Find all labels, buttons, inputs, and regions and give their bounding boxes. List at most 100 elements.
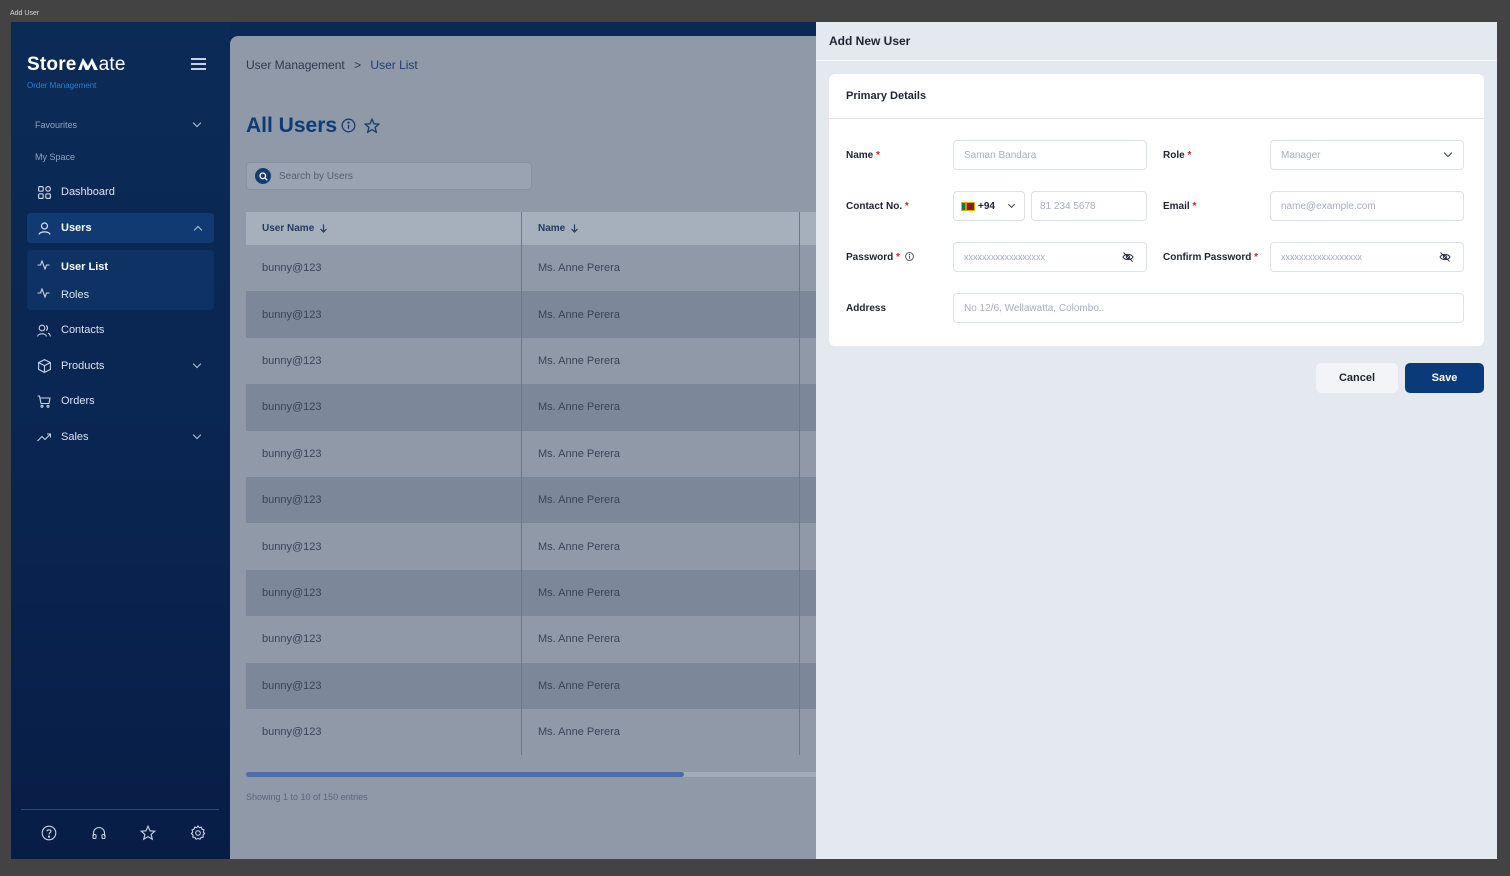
cell-username: bunny@123 bbox=[246, 476, 522, 524]
table-row[interactable]: bunny@123 Ms. Anne Perera bbox=[246, 384, 820, 431]
sidebar-item-products[interactable]: Products bbox=[27, 351, 214, 381]
table-row[interactable]: bunny@123 Ms. Anne Perera bbox=[246, 708, 820, 756]
cart-icon bbox=[37, 394, 51, 408]
email-label: Email * bbox=[1163, 201, 1196, 212]
sort-arrow-down-icon[interactable] bbox=[319, 224, 328, 233]
eye-off-icon[interactable] bbox=[1439, 251, 1451, 263]
table-row[interactable]: bunny@123 Ms. Anne Perera bbox=[246, 291, 820, 338]
pagination-info: Showing 1 to 10 of 150 entries bbox=[246, 792, 368, 802]
favourites-section[interactable]: Favourites bbox=[35, 120, 77, 130]
logo-text-thin: ate bbox=[98, 54, 126, 75]
sidebar-item-label: Contacts bbox=[61, 324, 105, 336]
email-input[interactable] bbox=[1271, 200, 1463, 212]
save-button[interactable]: Save bbox=[1405, 363, 1484, 393]
sidebar-item-orders[interactable]: Orders bbox=[27, 386, 214, 416]
submenu-item-user-list[interactable]: User List bbox=[37, 259, 109, 273]
table-row[interactable]: bunny@123 Ms. Anne Perera bbox=[246, 476, 820, 524]
eye-off-icon[interactable] bbox=[1122, 251, 1134, 263]
add-user-drawer: Add New User Primary Details Name * Role… bbox=[816, 22, 1497, 859]
activity-icon bbox=[37, 259, 51, 273]
card-divider bbox=[829, 118, 1484, 119]
name-label-text: Name bbox=[846, 150, 874, 161]
search-bar bbox=[246, 162, 532, 190]
sri-lanka-flag-icon bbox=[961, 201, 975, 211]
required-mark: * bbox=[1254, 252, 1259, 263]
address-input[interactable] bbox=[954, 302, 1463, 314]
sidebar-item-contacts[interactable]: Contacts bbox=[27, 315, 214, 345]
cell-name: Ms. Anne Perera bbox=[522, 476, 800, 524]
favourites-chevron-down-icon[interactable] bbox=[192, 118, 202, 128]
page-title: All Users bbox=[246, 114, 338, 137]
table-row[interactable]: bunny@123 Ms. Anne Perera bbox=[246, 245, 820, 292]
table-row[interactable]: bunny@123 Ms. Anne Perera bbox=[246, 430, 820, 477]
confirm-password-input[interactable] bbox=[1271, 252, 1463, 262]
cell-name: Ms. Anne Perera bbox=[522, 337, 800, 385]
star-icon[interactable] bbox=[140, 825, 157, 841]
logo: Store ate bbox=[27, 54, 126, 76]
table-row[interactable]: bunny@123 Ms. Anne Perera bbox=[246, 569, 820, 617]
info-icon[interactable] bbox=[341, 118, 356, 139]
role-select[interactable] bbox=[1270, 140, 1464, 170]
logo-text-bold: Store bbox=[27, 54, 77, 75]
sidebar-item-label: Orders bbox=[61, 395, 95, 407]
table-row[interactable]: bunny@123 Ms. Anne Perera bbox=[246, 616, 820, 663]
required-mark: * bbox=[1192, 201, 1197, 212]
table-body: bunny@123 Ms. Anne Perera bunny@123 Ms. Ann… bbox=[246, 245, 820, 756]
cell-name: Ms. Anne Perera bbox=[522, 245, 800, 292]
email-field bbox=[1270, 191, 1464, 221]
contact-input[interactable] bbox=[1032, 200, 1146, 212]
grid-icon bbox=[37, 185, 51, 199]
cancel-button[interactable]: Cancel bbox=[1316, 363, 1398, 393]
help-icon[interactable] bbox=[41, 825, 57, 841]
info-icon[interactable] bbox=[904, 252, 914, 261]
password-label: Password * bbox=[846, 252, 914, 263]
column-header-name[interactable]: Name bbox=[522, 212, 800, 245]
search-input[interactable] bbox=[279, 170, 509, 182]
box-icon bbox=[37, 359, 51, 373]
cell-username: bunny@123 bbox=[246, 616, 522, 663]
cell-username: bunny@123 bbox=[246, 708, 522, 756]
table-row[interactable]: bunny@123 Ms. Anne Perera bbox=[246, 337, 820, 385]
confirm-password-label: Confirm Password * bbox=[1163, 252, 1258, 263]
title-actions bbox=[341, 117, 381, 139]
table-row[interactable]: bunny@123 Ms. Anne Perera bbox=[246, 523, 820, 570]
password-input[interactable] bbox=[954, 252, 1146, 262]
activity-icon bbox=[37, 287, 51, 301]
chevron-down-icon[interactable] bbox=[1007, 200, 1016, 209]
sort-arrow-down-icon[interactable] bbox=[570, 224, 579, 233]
password-field bbox=[953, 242, 1147, 272]
required-mark: * bbox=[904, 201, 909, 212]
sidebar-item-sales[interactable]: Sales bbox=[27, 422, 214, 452]
table-row[interactable]: bunny@123 Ms. Anne Perera bbox=[246, 662, 820, 709]
sidebar-item-users[interactable]: Users bbox=[27, 213, 214, 243]
required-mark: * bbox=[896, 252, 900, 263]
drawer-title: Add New User bbox=[829, 34, 911, 48]
cell-username: bunny@123 bbox=[246, 569, 522, 617]
main-content: User Management > User List All Users Us… bbox=[230, 36, 1018, 859]
column-header-label: Name bbox=[538, 223, 566, 234]
headset-icon[interactable] bbox=[91, 825, 107, 841]
required-mark: * bbox=[876, 150, 880, 161]
breadcrumb-parent[interactable]: User Management bbox=[246, 58, 345, 72]
name-input[interactable] bbox=[954, 149, 1146, 161]
submenu-item-label: Roles bbox=[61, 288, 90, 301]
cell-name: Ms. Anne Perera bbox=[522, 662, 800, 709]
favourite-star-icon[interactable] bbox=[363, 117, 381, 139]
sidebar-item-label: Sales bbox=[61, 431, 89, 443]
country-code-select[interactable]: +94 bbox=[953, 191, 1025, 221]
drawer-divider bbox=[816, 60, 1497, 61]
menu-toggle-icon[interactable] bbox=[191, 58, 206, 70]
submenu-item-roles[interactable]: Roles bbox=[37, 287, 90, 301]
sidebar-item-dashboard[interactable]: Dashboard bbox=[27, 177, 214, 207]
contacts-icon bbox=[37, 323, 51, 337]
cell-username: bunny@123 bbox=[246, 384, 522, 431]
contact-label: Contact No. * bbox=[846, 201, 909, 212]
scrollbar-thumb[interactable] bbox=[246, 772, 684, 777]
section-title: Primary Details bbox=[846, 90, 927, 102]
name-label: Name * bbox=[846, 150, 880, 161]
submenu-item-label: User List bbox=[61, 260, 109, 273]
role-input[interactable] bbox=[1271, 149, 1463, 161]
settings-icon[interactable] bbox=[190, 825, 206, 841]
horizontal-scrollbar[interactable] bbox=[246, 772, 820, 777]
column-header-username[interactable]: User Name bbox=[246, 212, 522, 245]
